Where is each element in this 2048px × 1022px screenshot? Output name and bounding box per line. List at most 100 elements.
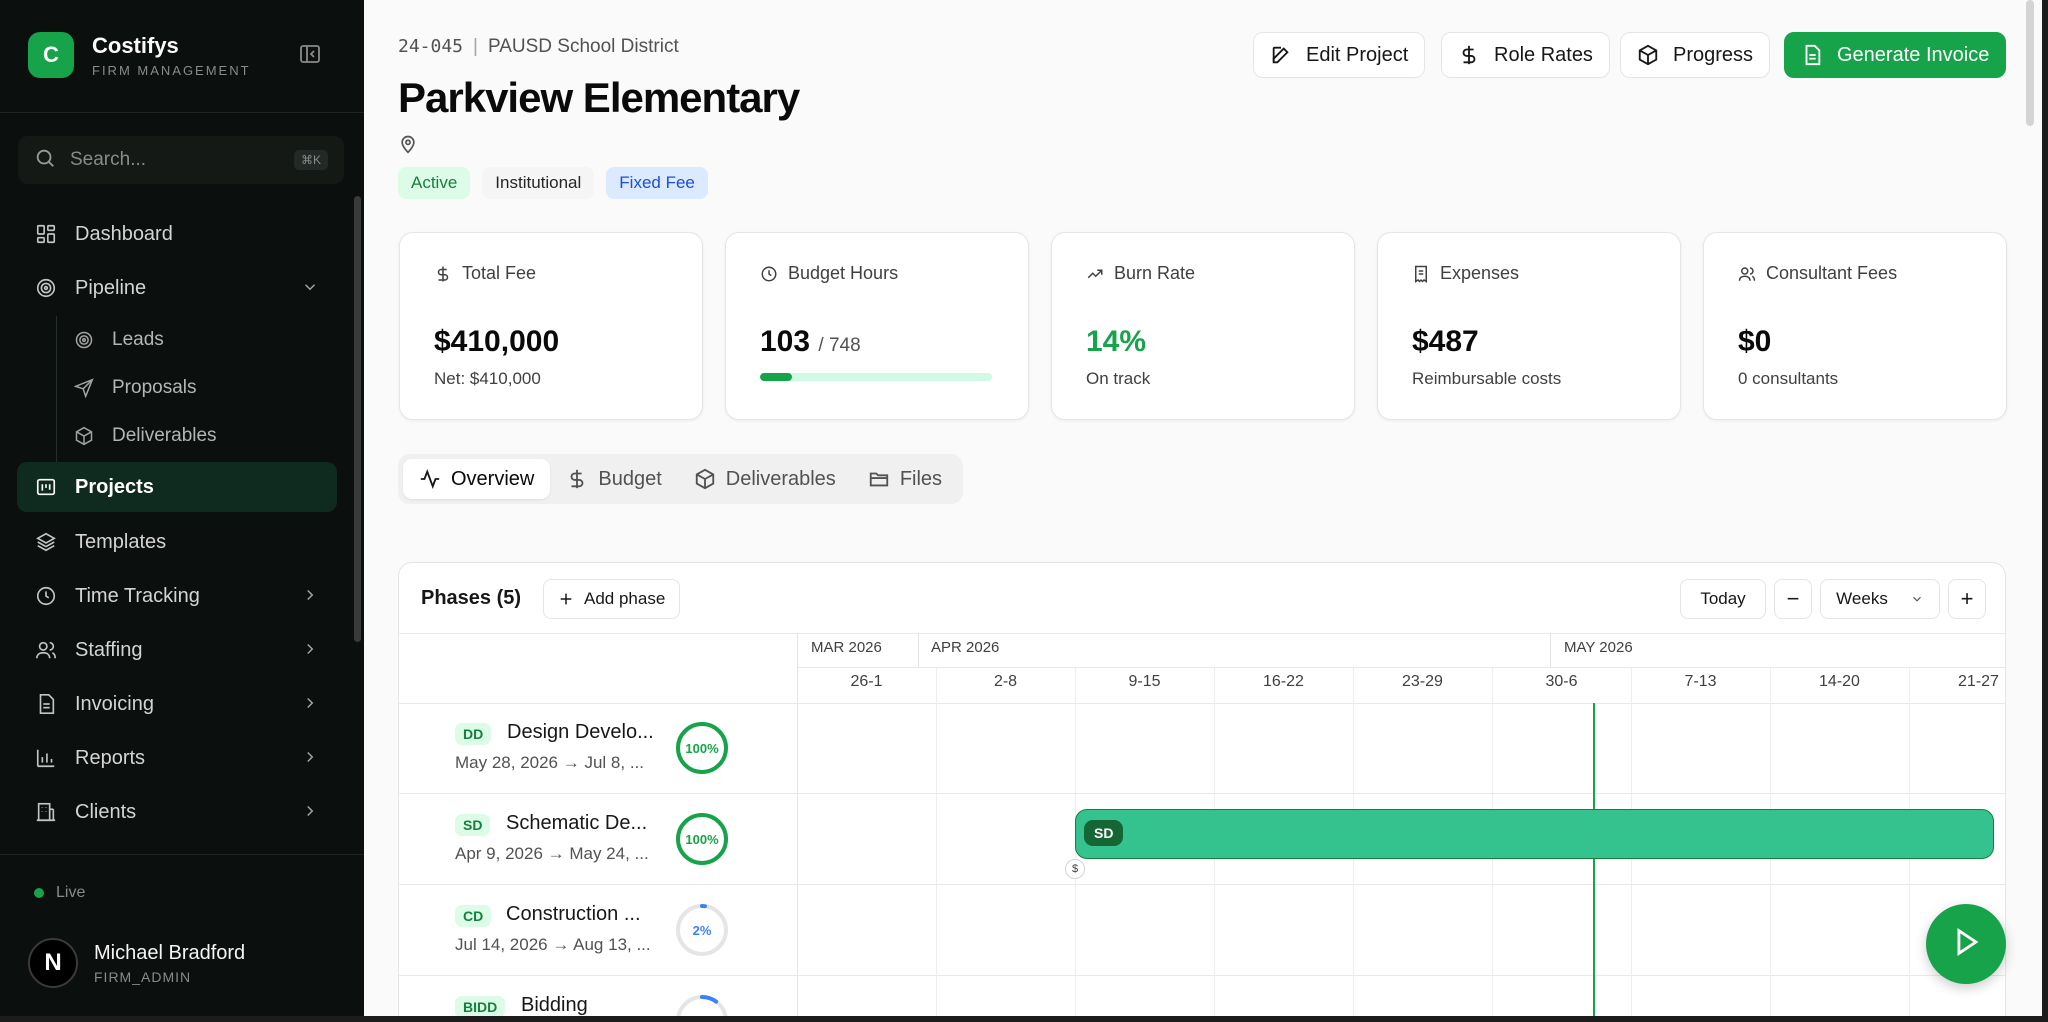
receipt-icon — [1412, 265, 1430, 283]
activity-icon — [419, 468, 441, 490]
sidebar-item-label: Projects — [75, 475, 154, 498]
phase-dates: Jul 14, 2026 → Aug 13, ... — [455, 935, 651, 954]
sidebar-item-label: Reports — [75, 746, 146, 769]
location-pin-icon[interactable] — [398, 134, 418, 159]
stat-label: Total Fee — [462, 263, 537, 283]
plus-icon — [558, 591, 574, 607]
gantt-week: 26-1 — [850, 673, 883, 690]
project-tags: Active Institutional Fixed Fee — [398, 167, 708, 199]
phase-row[interactable]: SD Schematic De... Apr 9, 2026 → May 24,… — [399, 794, 797, 884]
tab-deliverables[interactable]: Deliverables — [678, 459, 852, 499]
stat-sub: On track — [1086, 369, 1151, 388]
hours-total: / 748 — [818, 335, 861, 356]
search-input[interactable]: Search... ⌘K — [18, 136, 344, 184]
phases-title: Phases (5) — [421, 587, 522, 609]
sidebar-item-label: Leads — [112, 329, 164, 350]
chevron-right-icon — [301, 586, 319, 610]
sidebar-item-reports[interactable]: Reports — [17, 733, 337, 783]
user-name: Michael Bradford — [94, 941, 246, 964]
user-menu[interactable]: N Michael Bradford FIRM_ADMIN — [28, 938, 245, 988]
users-icon — [1738, 265, 1756, 283]
gantt-week: 16-22 — [1263, 673, 1304, 690]
add-phase-label: Add phase — [584, 589, 666, 608]
zoom-in-button[interactable]: + — [1948, 579, 1986, 619]
package-icon — [74, 426, 94, 446]
add-phase-button[interactable]: Add phase — [543, 579, 681, 619]
gantt-month-tick — [918, 633, 919, 667]
stat-label: Consultant Fees — [1766, 263, 1898, 283]
layers-icon — [35, 531, 57, 553]
gantt-month: APR 2026 — [931, 639, 1000, 656]
phase-row[interactable]: BIDD Bidding 10% — [399, 976, 797, 1016]
hours-used: 103 — [760, 325, 811, 358]
zoom-out-button[interactable]: − — [1774, 579, 1812, 619]
sidebar-item-deliverables[interactable]: Deliverables — [74, 415, 217, 457]
chevron-right-icon — [301, 748, 319, 772]
gantt-week: 9-15 — [1128, 673, 1161, 690]
gantt-week: 30-6 — [1545, 673, 1578, 690]
dollar-icon — [1458, 44, 1480, 66]
chevron-down-icon — [301, 278, 319, 302]
sidebar-item-staffing[interactable]: Staffing — [17, 625, 337, 675]
tab-label: Deliverables — [725, 467, 836, 490]
progress-label: Progress — [1673, 43, 1754, 66]
sidebar-scrollbar[interactable] — [354, 196, 361, 642]
status-badge: Active — [398, 167, 471, 199]
main-scrollbar[interactable] — [2026, 0, 2034, 126]
play-button[interactable] — [1926, 904, 2006, 984]
sidebar-item-clients[interactable]: Clients — [17, 787, 337, 837]
sidebar-item-templates[interactable]: Templates — [17, 517, 337, 567]
progress-button[interactable]: Progress — [1620, 32, 1771, 78]
project-client[interactable]: PAUSD School District — [488, 36, 679, 57]
package-icon — [1637, 44, 1659, 66]
role-rates-button[interactable]: Role Rates — [1441, 32, 1610, 78]
sidebar-item-proposals[interactable]: Proposals — [74, 367, 197, 409]
phase-row[interactable]: DD Design Develo... May 28, 2026 → Jul 8… — [399, 703, 797, 793]
stat-value: $410,000 — [434, 325, 560, 358]
tab-label: Overview — [451, 467, 535, 490]
stat-sub: 0 consultants — [1738, 369, 1839, 388]
phase-code-badge: BIDD — [455, 996, 506, 1016]
phase-row[interactable]: CD Construction ... Jul 14, 2026 → Aug 1… — [399, 885, 797, 975]
dollar-icon — [566, 468, 588, 490]
tab-budget[interactable]: Budget — [550, 459, 677, 499]
package-icon — [694, 468, 716, 490]
page-title: Parkview Elementary — [398, 74, 800, 121]
gantt-month: MAY 2026 — [1564, 639, 1633, 656]
gantt-invoice-marker[interactable]: $ — [1065, 859, 1085, 879]
gantt-bar-label: SD — [1084, 820, 1124, 846]
generate-invoice-button[interactable]: Generate Invoice — [1784, 32, 2007, 78]
tab-overview[interactable]: Overview — [403, 459, 551, 499]
sidebar-collapse-icon[interactable] — [298, 42, 324, 68]
clock-icon — [35, 585, 57, 607]
sidebar-item-leads[interactable]: Leads — [74, 319, 164, 361]
phase-dates: Apr 9, 2026 → May 24, ... — [455, 844, 649, 863]
gantt-week: 14-20 — [1819, 673, 1860, 690]
edit-project-button[interactable]: Edit Project — [1253, 32, 1426, 78]
sidebar-item-dashboard[interactable]: Dashboard — [17, 209, 337, 259]
phase-dates: May 28, 2026 → Jul 8, ... — [455, 753, 644, 772]
live-dot-icon — [34, 888, 44, 898]
stat-sub: Net: $410,000 — [434, 369, 541, 388]
document-icon — [35, 693, 57, 715]
timescale-select[interactable]: Weeks — [1820, 579, 1940, 619]
phase-name: Schematic De... — [506, 812, 648, 834]
bar-chart-icon — [35, 747, 57, 769]
sidebar-item-pipeline[interactable]: Pipeline — [17, 263, 337, 313]
brand[interactable]: C Costifys FIRM MANAGEMENT — [28, 32, 251, 78]
chevron-right-icon — [301, 802, 319, 826]
project-code: 24-045 — [398, 36, 464, 57]
sidebar: C Costifys FIRM MANAGEMENT Search... ⌘K … — [0, 0, 364, 1016]
gantt-week: 2-8 — [993, 673, 1018, 690]
search-shortcut: ⌘K — [293, 150, 328, 170]
sidebar-item-time-tracking[interactable]: Time Tracking — [17, 571, 337, 621]
gantt-month-tick — [1550, 633, 1551, 667]
send-icon — [74, 378, 94, 398]
sidebar-item-invoicing[interactable]: Invoicing — [17, 679, 337, 729]
today-marker — [1593, 703, 1595, 1016]
gantt-bar-sd[interactable]: SD — [1075, 809, 1994, 859]
tab-files[interactable]: Files — [852, 459, 958, 499]
today-button[interactable]: Today — [1680, 579, 1766, 619]
stat-label: Expenses — [1440, 263, 1520, 283]
sidebar-item-projects[interactable]: Projects — [17, 462, 337, 512]
